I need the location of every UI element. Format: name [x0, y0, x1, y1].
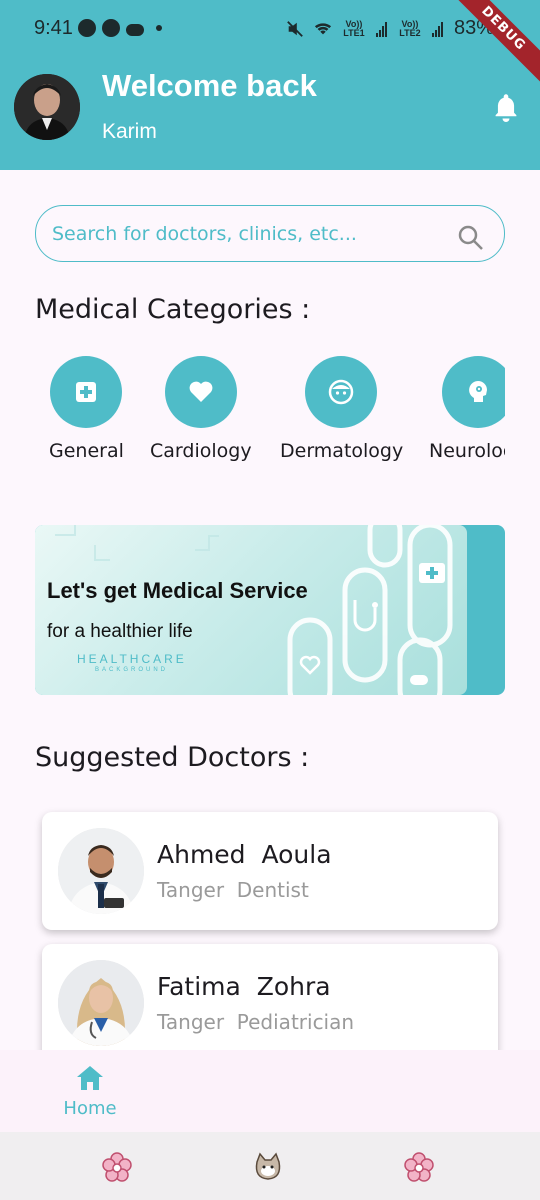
plus-square-icon — [50, 356, 122, 428]
search-input[interactable] — [52, 220, 452, 248]
system-navigation-bar — [0, 1132, 540, 1200]
status-system-icons: Vo)) LTE1 Vo)) LTE2 83% — [286, 17, 494, 40]
home-icon — [77, 1066, 103, 1090]
category-dermatology[interactable]: Dermatology — [280, 356, 410, 466]
status-time: 9:41 — [34, 17, 73, 39]
category-label: Dermatology — [280, 440, 404, 462]
welcome-title: Welcome back — [102, 68, 317, 103]
status-bar: 9:41 Vo)) LTE1 Vo)) LTE2 83% — [0, 0, 540, 58]
search-icon[interactable] — [456, 223, 484, 251]
doctor-details: Tanger Pediatrician — [157, 1010, 354, 1034]
doctor-name: Ahmed Aoula — [157, 840, 332, 869]
doctor-first-name: Ahmed — [157, 840, 246, 869]
doctor-specialty: Pediatrician — [236, 1010, 355, 1034]
category-label: Neurology — [429, 440, 505, 462]
doctor-name: Fatima Zohra — [157, 972, 331, 1001]
banner-subline: for a healthier life — [47, 621, 193, 642]
nav-home[interactable]: Home — [55, 1064, 125, 1124]
category-label: Cardiology — [150, 440, 252, 462]
heart-icon — [165, 356, 237, 428]
banner-brand-sub: BACKGROUND — [95, 667, 169, 673]
flower-icon[interactable] — [404, 1152, 434, 1182]
app-header: 9:41 Vo)) LTE1 Vo)) LTE2 83% DEBUG Welco… — [0, 0, 540, 170]
more-notifications-icon — [156, 25, 162, 31]
facebook-icon — [78, 19, 96, 37]
doctor-city: Tanger — [157, 878, 225, 902]
notification-bell-icon[interactable] — [492, 92, 520, 122]
doctor-city: Tanger — [157, 1010, 225, 1034]
search-bar — [35, 205, 505, 262]
head-gear-icon — [442, 356, 505, 428]
banner-headline: Let's get Medical Service — [47, 578, 308, 603]
banner-brand: HEALTHCARE — [77, 652, 187, 666]
doctor-last-name: Zohra — [256, 972, 331, 1001]
avatar-portrait — [14, 74, 80, 140]
bottom-navigation: Home — [0, 1050, 540, 1132]
cat-face-icon[interactable] — [253, 1152, 283, 1182]
doctors-title: Suggested Doctors : — [35, 742, 310, 773]
banner-image: Let's get Medical Service for a healthie… — [35, 525, 467, 695]
wifi-icon — [314, 22, 332, 34]
doctor-details: Tanger Dentist — [157, 878, 309, 902]
category-cardiology[interactable]: Cardiology — [150, 356, 280, 466]
sim1-label: Vo)) LTE1 — [343, 18, 365, 38]
flower-icon[interactable] — [102, 1152, 132, 1182]
username: Karim — [102, 120, 157, 143]
category-label: General — [49, 440, 124, 462]
sim2-label: Vo)) LTE2 — [399, 18, 421, 38]
face-icon — [305, 356, 377, 428]
status-notification-icons — [78, 19, 162, 37]
doctor-last-name: Aoula — [261, 840, 332, 869]
doctor-first-name: Fatima — [157, 972, 241, 1001]
doctor-photo — [58, 828, 144, 914]
cloud-icon — [126, 23, 144, 36]
user-avatar[interactable] — [14, 74, 80, 140]
category-general[interactable]: General — [35, 356, 165, 466]
signal1-icon — [375, 21, 388, 37]
promo-banner[interactable]: Let's get Medical Service for a healthie… — [35, 525, 505, 695]
signal2-icon — [431, 21, 444, 37]
doctor-specialty: Dentist — [236, 878, 309, 902]
doctor-card[interactable]: Ahmed Aoula Tanger Dentist — [42, 812, 498, 930]
talk-icon — [102, 19, 120, 37]
nav-home-label: Home — [63, 1098, 117, 1119]
category-neurology[interactable]: Neurology — [415, 356, 505, 466]
mute-icon — [287, 20, 303, 37]
doctor-photo — [58, 960, 144, 1046]
categories-list: General Cardiology Dermatology Neurology — [35, 356, 505, 466]
doctor-card[interactable]: Fatima Zohra Tanger Pediatrician — [42, 944, 498, 1062]
categories-title: Medical Categories : — [35, 294, 311, 325]
